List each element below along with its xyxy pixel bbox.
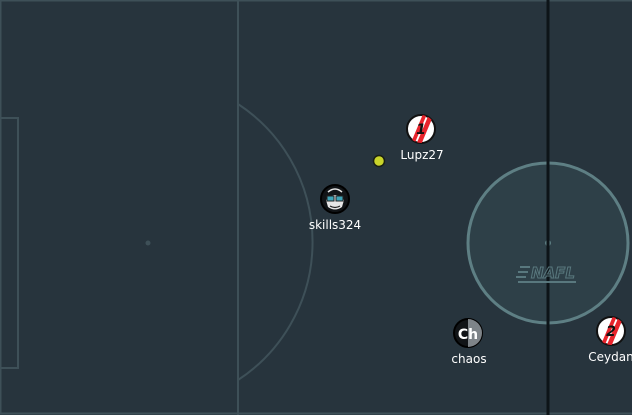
pitch-svg: NAFL 1 Ch 2 bbox=[0, 0, 632, 415]
avatar-text: Ch bbox=[458, 327, 478, 343]
player-name-skills324: skills324 bbox=[308, 218, 362, 232]
avatar-number: 1 bbox=[416, 122, 426, 138]
player-avatar-skills324[interactable] bbox=[320, 184, 350, 214]
player-name-lupz27: Lupz27 bbox=[400, 148, 444, 162]
game-field: NAFL 1 Ch 2 Lupz27 skills324 chaos Ceyda… bbox=[0, 0, 632, 415]
player-avatar-chaos[interactable]: Ch bbox=[453, 318, 483, 348]
player-name-ceydan: Ceydan bbox=[588, 350, 632, 364]
penalty-spot bbox=[145, 240, 151, 246]
avatar-number: 2 bbox=[606, 324, 616, 340]
ball bbox=[372, 154, 386, 168]
player-name-chaos: chaos bbox=[451, 352, 487, 366]
player-avatar-lupz27[interactable]: 1 bbox=[406, 114, 436, 145]
logo-text: NAFL bbox=[531, 264, 575, 282]
player-avatar-ceydan[interactable]: 2 bbox=[596, 316, 626, 347]
